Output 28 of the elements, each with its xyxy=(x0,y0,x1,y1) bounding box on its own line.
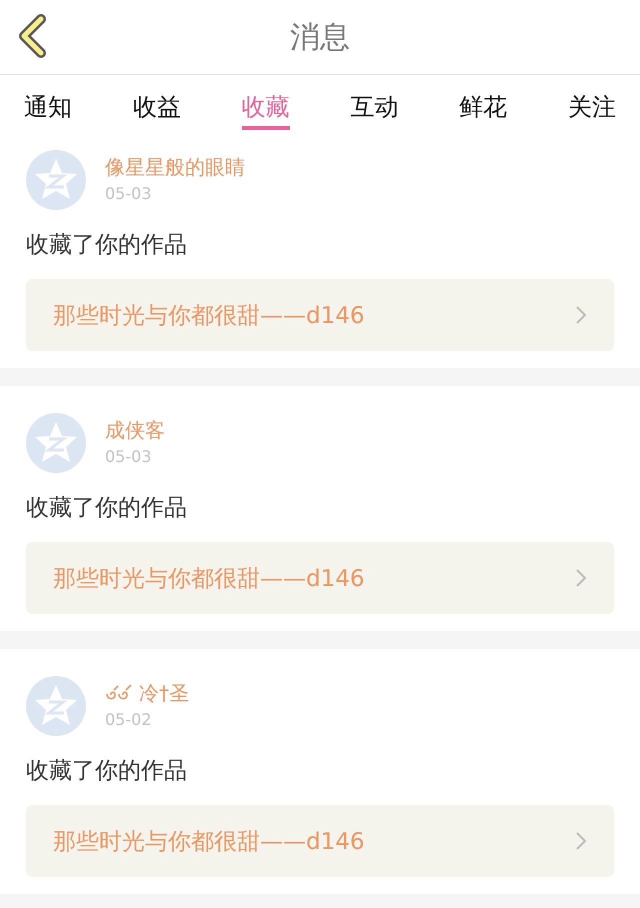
message-text: 收藏了你的作品 xyxy=(26,494,188,523)
work-title: 那些时光与你都很甜——d146 xyxy=(53,828,364,856)
tab[interactable]: 收益 xyxy=(132,75,181,130)
work-title: 那些时光与你都很甜——d146 xyxy=(53,302,364,330)
chevron-right-icon xyxy=(575,831,587,851)
tab[interactable]: 鲜花 xyxy=(459,75,508,130)
work-link[interactable]: 那些时光与你都很甜——d146 xyxy=(26,279,614,351)
message-date: 05-03 xyxy=(105,183,152,205)
avatar-icon[interactable] xyxy=(26,413,86,473)
tab[interactable]: 通知 xyxy=(24,75,72,130)
tab[interactable]: 互动 xyxy=(350,75,398,130)
avatar-icon[interactable] xyxy=(26,676,86,736)
user-name[interactable]: 像星星般的眼睛 xyxy=(105,153,245,181)
chevron-right-icon xyxy=(575,568,587,588)
avatar-icon[interactable] xyxy=(26,150,86,210)
message-text: 收藏了你的作品 xyxy=(26,757,188,786)
user-name[interactable]: 成侠客 xyxy=(105,416,165,444)
chevron-right-icon xyxy=(575,305,587,325)
work-title: 那些时光与你都很甜——d146 xyxy=(53,564,364,594)
work-link[interactable]: 那些时光与你都很甜——d146 xyxy=(26,805,614,877)
tab[interactable]: 关注 xyxy=(568,75,616,130)
page-title: 消息 xyxy=(290,18,350,56)
work-link[interactable]: 那些时光与你都很甜——d146 xyxy=(26,542,614,614)
message-date: 05-03 xyxy=(105,446,152,468)
back-icon[interactable] xyxy=(17,14,47,58)
message-date: 05-02 xyxy=(105,709,152,731)
user-name[interactable]: 冷†圣 xyxy=(139,679,189,707)
message-text: 收藏了你的作品 xyxy=(26,231,188,260)
